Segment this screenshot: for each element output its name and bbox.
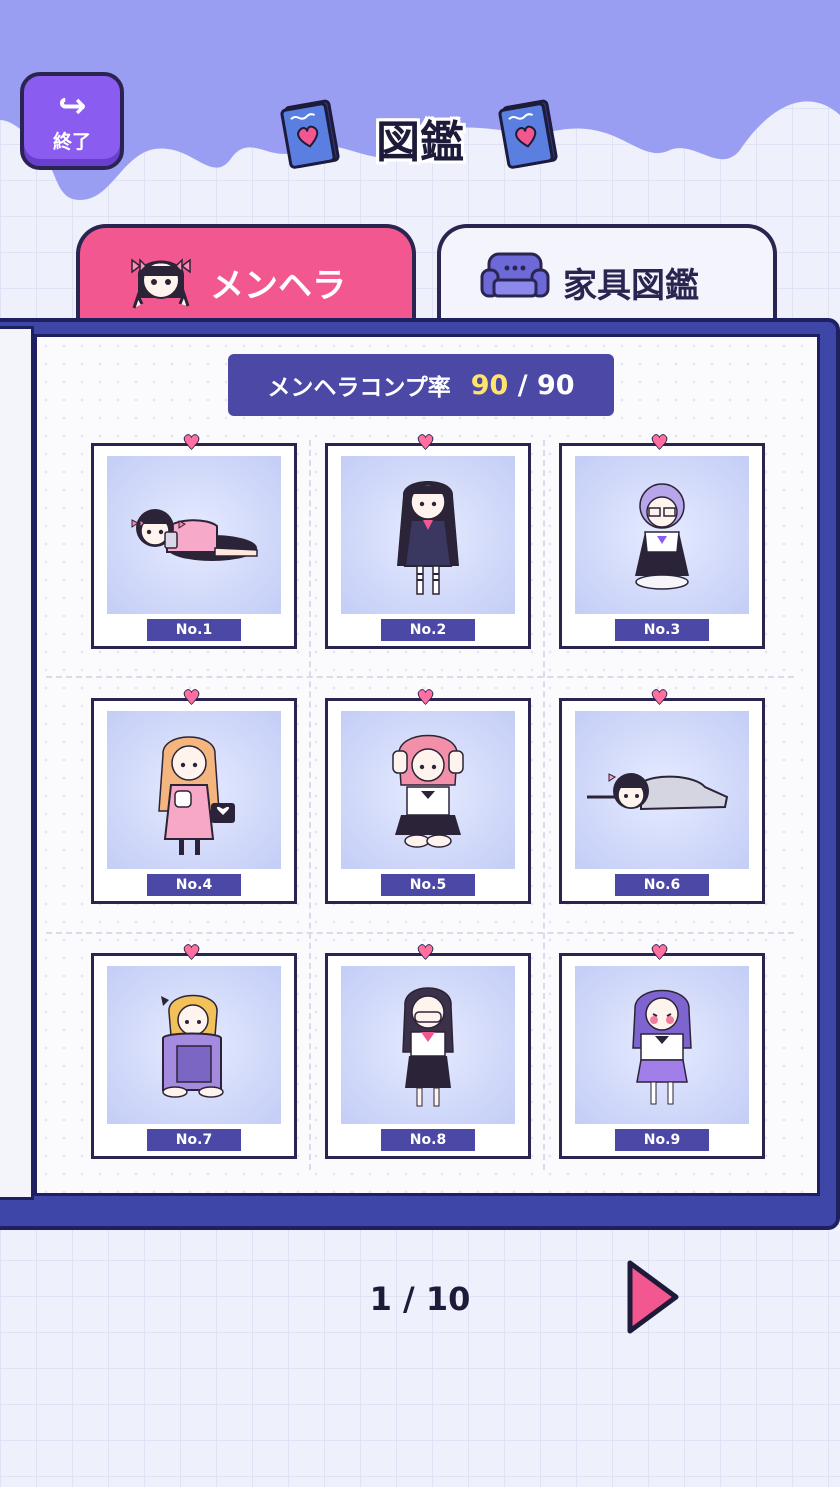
completion-current: 90 <box>470 369 509 401</box>
character-card-6[interactable]: ♥ No.6 <box>559 688 765 904</box>
heart-pin-icon: ♥ <box>417 942 435 964</box>
heart-pin-icon: ♥ <box>183 432 201 454</box>
heart-pin-icon: ♥ <box>651 432 669 454</box>
character-illustration <box>341 456 515 614</box>
page-indicator: 1 / 10 <box>369 1280 471 1318</box>
completion-label: メンヘラコンプ率 <box>267 375 451 401</box>
character-card-4[interactable]: ♥ No.4 <box>91 688 297 904</box>
card-number: No.7 <box>147 1129 241 1151</box>
character-illustration <box>575 456 749 614</box>
heart-book-icon <box>498 99 558 169</box>
completion-value: 90 / 90 <box>471 370 575 401</box>
page-title: 図鑑 <box>376 117 464 168</box>
character-card-7[interactable]: ♥ No.7 <box>91 943 297 1159</box>
character-illustration <box>107 966 281 1124</box>
character-illustration <box>107 711 281 869</box>
heart-pin-icon: ♥ <box>417 687 435 709</box>
completion-separator: / <box>517 369 528 401</box>
character-card-8[interactable]: ♥ No.8 <box>325 943 531 1159</box>
card-number: No.9 <box>615 1129 709 1151</box>
tab-menhera[interactable]: メンヘラ <box>76 224 416 326</box>
character-illustration <box>341 966 515 1124</box>
card-number: No.6 <box>615 874 709 896</box>
album-page-edge <box>0 326 34 1200</box>
completion-banner: メンヘラコンプ率 90 / 90 <box>228 354 614 416</box>
next-page-button[interactable] <box>622 1255 682 1339</box>
character-illustration <box>575 966 749 1124</box>
character-card-1[interactable]: ♥ No.1 <box>91 433 297 649</box>
card-number: No.5 <box>381 874 475 896</box>
return-arrow-icon: ↩ <box>57 85 87 126</box>
page-title-group: 図鑑 <box>280 98 560 176</box>
menhera-girl-icon <box>131 258 191 309</box>
character-illustration <box>107 456 281 614</box>
completion-total: 90 <box>537 369 575 401</box>
tab-furniture[interactable]: 家具図鑑 <box>437 224 777 326</box>
character-card-3[interactable]: ♥ No.3 <box>559 433 765 649</box>
tab-label-furniture: 家具図鑑 <box>563 266 699 306</box>
tab-label-menhera: メンヘラ <box>210 266 346 306</box>
character-illustration <box>575 711 749 869</box>
grid-divider <box>309 440 311 1170</box>
card-number: No.4 <box>147 874 241 896</box>
heart-pin-icon: ♥ <box>651 687 669 709</box>
sofa-icon <box>480 252 550 298</box>
heart-book-icon <box>280 99 340 169</box>
heart-pin-icon: ♥ <box>651 942 669 964</box>
grid-divider <box>46 676 794 678</box>
heart-pin-icon: ♥ <box>183 687 201 709</box>
grid-divider <box>543 440 545 1170</box>
character-card-2[interactable]: ♥ No.2 <box>325 433 531 649</box>
next-arrow-icon <box>627 1260 679 1334</box>
card-number: No.2 <box>381 619 475 641</box>
card-number: No.3 <box>615 619 709 641</box>
character-card-5[interactable]: ♥ No.5 <box>325 688 531 904</box>
heart-pin-icon: ♥ <box>417 432 435 454</box>
character-card-9[interactable]: ♥ No.9 <box>559 943 765 1159</box>
grid-divider <box>46 932 794 934</box>
character-illustration <box>341 711 515 869</box>
exit-label: 終了 <box>52 130 91 153</box>
exit-button[interactable]: ↩ 終了 <box>20 72 124 170</box>
heart-pin-icon: ♥ <box>183 942 201 964</box>
card-number: No.8 <box>381 1129 475 1151</box>
card-number: No.1 <box>147 619 241 641</box>
